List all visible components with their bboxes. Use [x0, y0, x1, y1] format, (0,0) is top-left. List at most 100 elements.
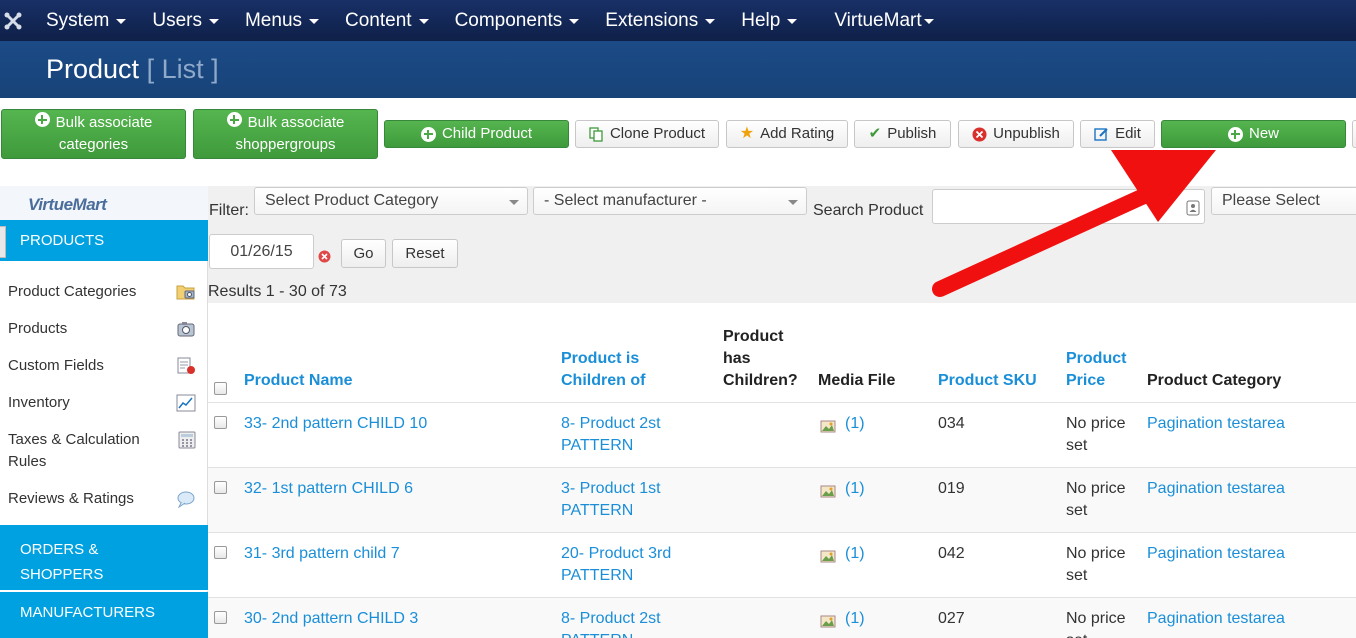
nav-system[interactable]: System — [46, 9, 127, 32]
bulk-associate-categories-button[interactable]: Bulk associate categories — [1, 109, 186, 159]
nav-menus[interactable]: Menus — [245, 10, 320, 32]
row-checkbox[interactable] — [214, 546, 227, 559]
parent-product-link[interactable]: 20- Product 3rd PATTERN — [561, 543, 681, 587]
plus-circle-icon — [1227, 126, 1243, 142]
please-select-dropdown[interactable]: Please Select — [1211, 187, 1356, 215]
sidebar-header-orders-shoppers[interactable]: ORDERS & SHOPPERS — [0, 525, 208, 591]
joomla-logo-icon[interactable] — [2, 10, 24, 32]
product-category-link[interactable]: Pagination testarea — [1147, 413, 1285, 435]
sidebar-item-inventory[interactable]: Inventory — [8, 392, 198, 414]
child-product-button[interactable]: Child Product — [384, 120, 569, 148]
sidebar-header-label: ORDERS & SHOPPERS — [20, 541, 104, 583]
nav-users[interactable]: Users — [152, 10, 219, 32]
product-name-link[interactable]: 30- 2nd pattern CHILD 3 — [244, 608, 418, 630]
nav-virtuemart[interactable]: VirtueMart — [834, 9, 934, 32]
product-name-link[interactable]: 33- 2nd pattern CHILD 10 — [244, 413, 427, 435]
product-table: Product Name Product is Children of Prod… — [208, 303, 1356, 638]
row-checkbox[interactable] — [214, 611, 227, 624]
button-label: categories — [58, 136, 129, 153]
button-label: shoppergroups — [235, 136, 336, 153]
column-header-product-price[interactable]: Product Price — [1066, 348, 1136, 392]
category-select[interactable]: Select Product Category — [254, 187, 528, 215]
product-price: No price set — [1066, 545, 1126, 584]
more-toolbar-button[interactable] — [1352, 120, 1356, 148]
bulk-associate-shoppergroups-button[interactable]: Bulk associate shoppergroups — [193, 109, 378, 159]
column-header-product-sku[interactable]: Product SKU — [938, 370, 1037, 392]
filter-panel: Filter: Select Product Category - Select… — [208, 186, 1356, 303]
media-count-link[interactable]: (1) — [845, 413, 865, 435]
nav-system-label: System — [46, 9, 110, 31]
virtuemart-logo-text: VirtueMart — [28, 195, 107, 214]
table-row: 33- 2nd pattern CHILD 10 8- Product 2st … — [208, 402, 1356, 467]
product-category-link[interactable]: Pagination testarea — [1147, 478, 1285, 500]
clone-product-button[interactable]: Clone Product — [575, 120, 719, 148]
clear-date-icon[interactable] — [318, 250, 331, 267]
top-navigation-bar: System Users Menus Content Components Ex… — [0, 0, 1356, 41]
media-count-link[interactable]: (1) — [845, 478, 865, 500]
sidebar-item-taxes-calculation-rules[interactable]: Taxes & Calculation Rules — [8, 429, 178, 473]
product-name-link[interactable]: 32- 1st pattern CHILD 6 — [244, 478, 413, 500]
product-sku: 019 — [938, 480, 965, 497]
category-select-value: Select Product Category — [265, 192, 439, 209]
new-button[interactable]: New — [1161, 120, 1346, 148]
sidebar-header-products[interactable]: PRODUCTS — [0, 220, 208, 261]
button-label: Reset — [405, 244, 445, 262]
unpublish-button[interactable]: Unpublish — [958, 120, 1074, 148]
publish-button[interactable]: ✔ Publish — [854, 120, 951, 148]
sidebar-header-label: PRODUCTS — [20, 232, 105, 249]
sidebar-item-products[interactable]: Products — [8, 318, 198, 340]
button-label: New — [1248, 125, 1279, 142]
caret-down-icon — [208, 19, 219, 24]
column-header-has-children: Product has Children? — [723, 328, 798, 389]
row-checkbox[interactable] — [214, 416, 227, 429]
button-label: Child Product — [441, 125, 533, 142]
product-category-link[interactable]: Pagination testarea — [1147, 608, 1285, 630]
sidebar: VirtueMart PRODUCTS Product Categories P… — [0, 186, 208, 638]
nav-help-label: Help — [741, 9, 781, 31]
sidebar-item-custom-fields[interactable]: Custom Fields — [8, 355, 198, 377]
manufacturer-select[interactable]: - Select manufacturer - — [533, 187, 807, 215]
caret-down-icon — [309, 19, 320, 24]
button-label: Clone Product — [609, 125, 706, 142]
sidebar-item-label: Taxes & Calculation Rules — [8, 431, 140, 470]
go-button[interactable]: Go — [341, 239, 386, 268]
search-product-input[interactable] — [932, 189, 1205, 224]
sidebar-header-manufacturers[interactable]: MANUFACTURERS — [0, 592, 208, 638]
page-title-bar: Product [ List ] — [0, 41, 1356, 98]
product-price: No price set — [1066, 610, 1126, 638]
media-count-link[interactable]: (1) — [845, 543, 865, 565]
row-checkbox[interactable] — [214, 481, 227, 494]
reset-button[interactable]: Reset — [392, 239, 458, 268]
parent-product-link[interactable]: 8- Product 2st PATTERN — [561, 413, 681, 457]
add-rating-button[interactable]: ★ Add Rating — [726, 120, 848, 148]
product-name-link[interactable]: 31- 3rd pattern child 7 — [244, 543, 400, 565]
edit-button[interactable]: Edit — [1080, 120, 1155, 148]
nav-components[interactable]: Components — [455, 10, 580, 32]
sidebar-toggle-handle[interactable] — [0, 226, 6, 258]
folder-camera-icon — [176, 283, 196, 301]
date-input[interactable]: 01/26/15 — [209, 234, 314, 269]
check-icon: ✔ — [868, 125, 882, 142]
nav-help[interactable]: Help — [741, 9, 798, 32]
nav-extensions[interactable]: Extensions — [605, 10, 716, 32]
page-title-sub: [ List ] — [146, 54, 219, 84]
parent-product-link[interactable]: 8- Product 2st PATTERN — [561, 608, 681, 638]
caret-down-icon — [569, 19, 580, 24]
button-label: Edit — [1115, 125, 1141, 142]
nav-content[interactable]: Content — [345, 10, 429, 32]
media-count-link[interactable]: (1) — [845, 608, 865, 630]
sidebar-item-label: Product Categories — [8, 283, 137, 300]
column-header-children-of[interactable]: Product is Children of — [561, 348, 691, 392]
sidebar-item-product-categories[interactable]: Product Categories — [8, 281, 198, 303]
column-header-product-name[interactable]: Product Name — [244, 370, 352, 392]
filter-label: Filter: — [209, 202, 249, 219]
sidebar-item-reviews-ratings[interactable]: Reviews & Ratings — [8, 488, 198, 510]
column-header-media-file: Media File — [818, 372, 896, 389]
product-sku: 027 — [938, 610, 965, 627]
product-category-link[interactable]: Pagination testarea — [1147, 543, 1285, 565]
caret-down-icon — [116, 19, 127, 24]
manufacturer-select-value: - Select manufacturer - — [544, 192, 707, 209]
parent-product-link[interactable]: 3- Product 1st PATTERN — [561, 478, 681, 522]
select-all-checkbox[interactable] — [214, 382, 227, 395]
nav-virtuemart-label: VirtueMart — [834, 9, 922, 31]
